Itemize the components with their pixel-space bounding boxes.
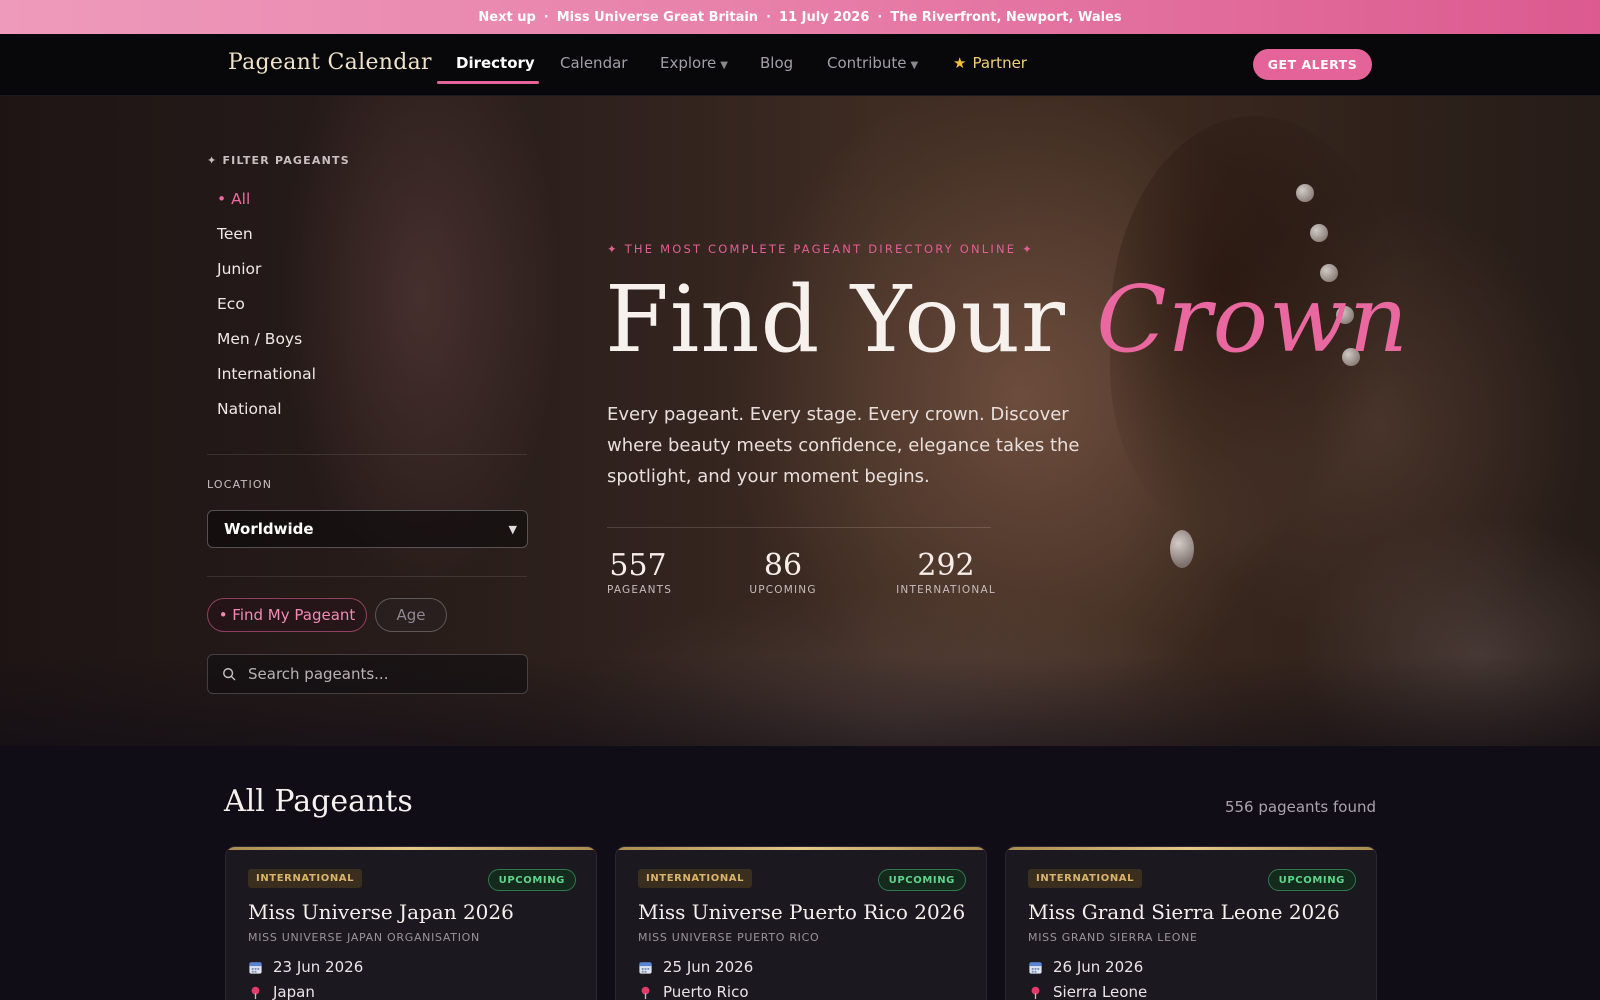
card-title[interactable]: Miss Universe Puerto Rico 2026 — [638, 900, 965, 924]
category-badge: INTERNATIONAL — [638, 869, 753, 888]
active-nav-indicator — [437, 81, 539, 84]
announcement-prefix: Next up — [478, 9, 536, 25]
stat-value: 557 — [609, 548, 667, 583]
filter-item-international[interactable]: International — [217, 365, 316, 383]
sidebar-divider — [207, 576, 527, 577]
stat-upcoming: 86 UPCOMING — [748, 548, 818, 596]
announcement-venue: The Riverfront, Newport, Wales — [890, 9, 1122, 25]
search-input[interactable]: Search pageants... — [207, 654, 528, 694]
find-my-pageant-button[interactable]: • Find My Pageant — [207, 598, 367, 632]
hero-headline: Find Your Crown — [605, 266, 1409, 373]
nav-label: Directory — [456, 54, 535, 72]
calendar-icon — [249, 961, 262, 974]
age-filter-button[interactable]: Age — [375, 598, 447, 632]
category-badge: INTERNATIONAL — [248, 869, 363, 888]
filter-item-teen[interactable]: Teen — [217, 225, 253, 243]
chevron-down-icon: ▼ — [720, 60, 728, 71]
card-date: 25 Jun 2026 — [663, 958, 754, 976]
hero-eyebrow: ✦ THE MOST COMPLETE PAGEANT DIRECTORY ON… — [607, 242, 1034, 256]
search-icon — [223, 668, 236, 681]
announcement-date: 11 July 2026 — [779, 9, 870, 25]
card-date-row: 23 Jun 2026 — [248, 958, 363, 976]
hero-subcopy: Every pageant. Every stage. Every crown.… — [607, 404, 1080, 487]
nav-link-contribute[interactable]: Contribute ▼ — [827, 54, 918, 72]
announcement-event[interactable]: Miss Universe Great Britain — [557, 10, 758, 25]
filter-item-junior[interactable]: Junior — [217, 260, 261, 278]
location-select[interactable]: Worldwide ▼ — [207, 510, 528, 548]
hero-section: ✦ FILTER PAGEANTS • All Teen Junior Eco … — [0, 96, 1600, 746]
calendar-icon — [1029, 961, 1042, 974]
chevron-down-icon: ▼ — [508, 522, 517, 536]
headline-accent: Crown — [1096, 266, 1410, 373]
card-organisation: MISS UNIVERSE JAPAN ORGANISATION — [248, 931, 480, 944]
nav-link-calendar[interactable]: Calendar — [560, 54, 627, 72]
section-title: All Pageants — [224, 784, 413, 819]
location-label: LOCATION — [207, 478, 273, 491]
card-date-row: 25 Jun 2026 — [638, 958, 753, 976]
pageant-card[interactable]: INTERNATIONAL UPCOMING Miss Grand Sierra… — [1005, 846, 1377, 1000]
pageant-card[interactable]: INTERNATIONAL UPCOMING Miss Universe Pue… — [615, 846, 987, 1000]
pageant-card[interactable]: INTERNATIONAL UPCOMING Miss Universe Jap… — [225, 846, 597, 1000]
filter-item-national[interactable]: National — [217, 400, 282, 418]
status-badge: UPCOMING — [1267, 869, 1356, 891]
nav-label: Calendar — [560, 54, 628, 72]
stat-international: 292 INTERNATIONAL — [896, 548, 996, 596]
filter-item-all[interactable]: • All — [217, 190, 250, 208]
nav-label: Partner — [972, 54, 1027, 72]
sidebar-divider — [207, 454, 527, 455]
nav-label: Explore — [660, 54, 717, 72]
filter-item-men-boys[interactable]: Men / Boys — [217, 330, 302, 348]
card-location: Japan — [273, 983, 315, 1000]
nav-link-directory[interactable]: Directory — [456, 54, 535, 72]
location-pin-icon — [251, 986, 260, 999]
main-nav: Pageant Calendar Directory Calendar Expl… — [0, 34, 1600, 96]
location-value: Worldwide — [224, 520, 314, 538]
card-date-row: 26 Jun 2026 — [1028, 958, 1143, 976]
results-count: 556 pageants found — [1224, 798, 1376, 816]
nav-label: Blog — [760, 54, 794, 72]
card-location-row: Puerto Rico — [638, 983, 749, 1000]
filter-title: ✦ FILTER PAGEANTS — [207, 154, 350, 167]
location-pin-icon — [641, 986, 650, 999]
nav-label: Contribute — [827, 54, 907, 72]
headline-plain: Find Your — [605, 266, 1097, 373]
card-location-row: Japan — [248, 983, 315, 1000]
card-date: 26 Jun 2026 — [1053, 958, 1144, 976]
search-placeholder: Search pageants... — [248, 665, 389, 683]
status-badge: UPCOMING — [487, 869, 576, 891]
brand-logo[interactable]: Pageant Calendar — [228, 50, 432, 75]
filter-item-eco[interactable]: Eco — [217, 295, 245, 313]
card-location: Puerto Rico — [663, 983, 749, 1000]
card-date: 23 Jun 2026 — [273, 958, 364, 976]
location-pin-icon — [1031, 986, 1040, 999]
stat-label: UPCOMING — [749, 584, 817, 596]
stats-divider — [607, 527, 991, 528]
card-location: Sierra Leone — [1053, 983, 1148, 1000]
stat-label: PAGEANTS — [607, 584, 673, 596]
card-organisation: MISS UNIVERSE PUERTO RICO — [638, 931, 820, 944]
status-badge: UPCOMING — [877, 869, 966, 891]
card-organisation: MISS GRAND SIERRA LEONE — [1028, 931, 1198, 944]
announcement-bar: Next up · Miss Universe Great Britain · … — [0, 0, 1600, 34]
get-alerts-button[interactable]: GET ALERTS — [1253, 49, 1372, 80]
stat-value: 292 — [917, 548, 975, 583]
card-title[interactable]: Miss Universe Japan 2026 — [248, 900, 514, 924]
stat-value: 86 — [763, 548, 803, 583]
card-location-row: Sierra Leone — [1028, 983, 1147, 1000]
calendar-icon — [639, 961, 652, 974]
star-icon: ★ — [953, 54, 967, 72]
category-badge: INTERNATIONAL — [1028, 869, 1143, 888]
nav-link-partner[interactable]: ★ Partner — [953, 54, 1027, 72]
chevron-down-icon: ▼ — [910, 60, 919, 71]
stat-pageants: 557 PAGEANTS — [607, 548, 673, 596]
nav-link-explore[interactable]: Explore ▼ — [660, 54, 728, 72]
card-title[interactable]: Miss Grand Sierra Leone 2026 — [1028, 900, 1340, 924]
nav-link-blog[interactable]: Blog — [760, 54, 793, 72]
stat-label: INTERNATIONAL — [896, 584, 996, 596]
